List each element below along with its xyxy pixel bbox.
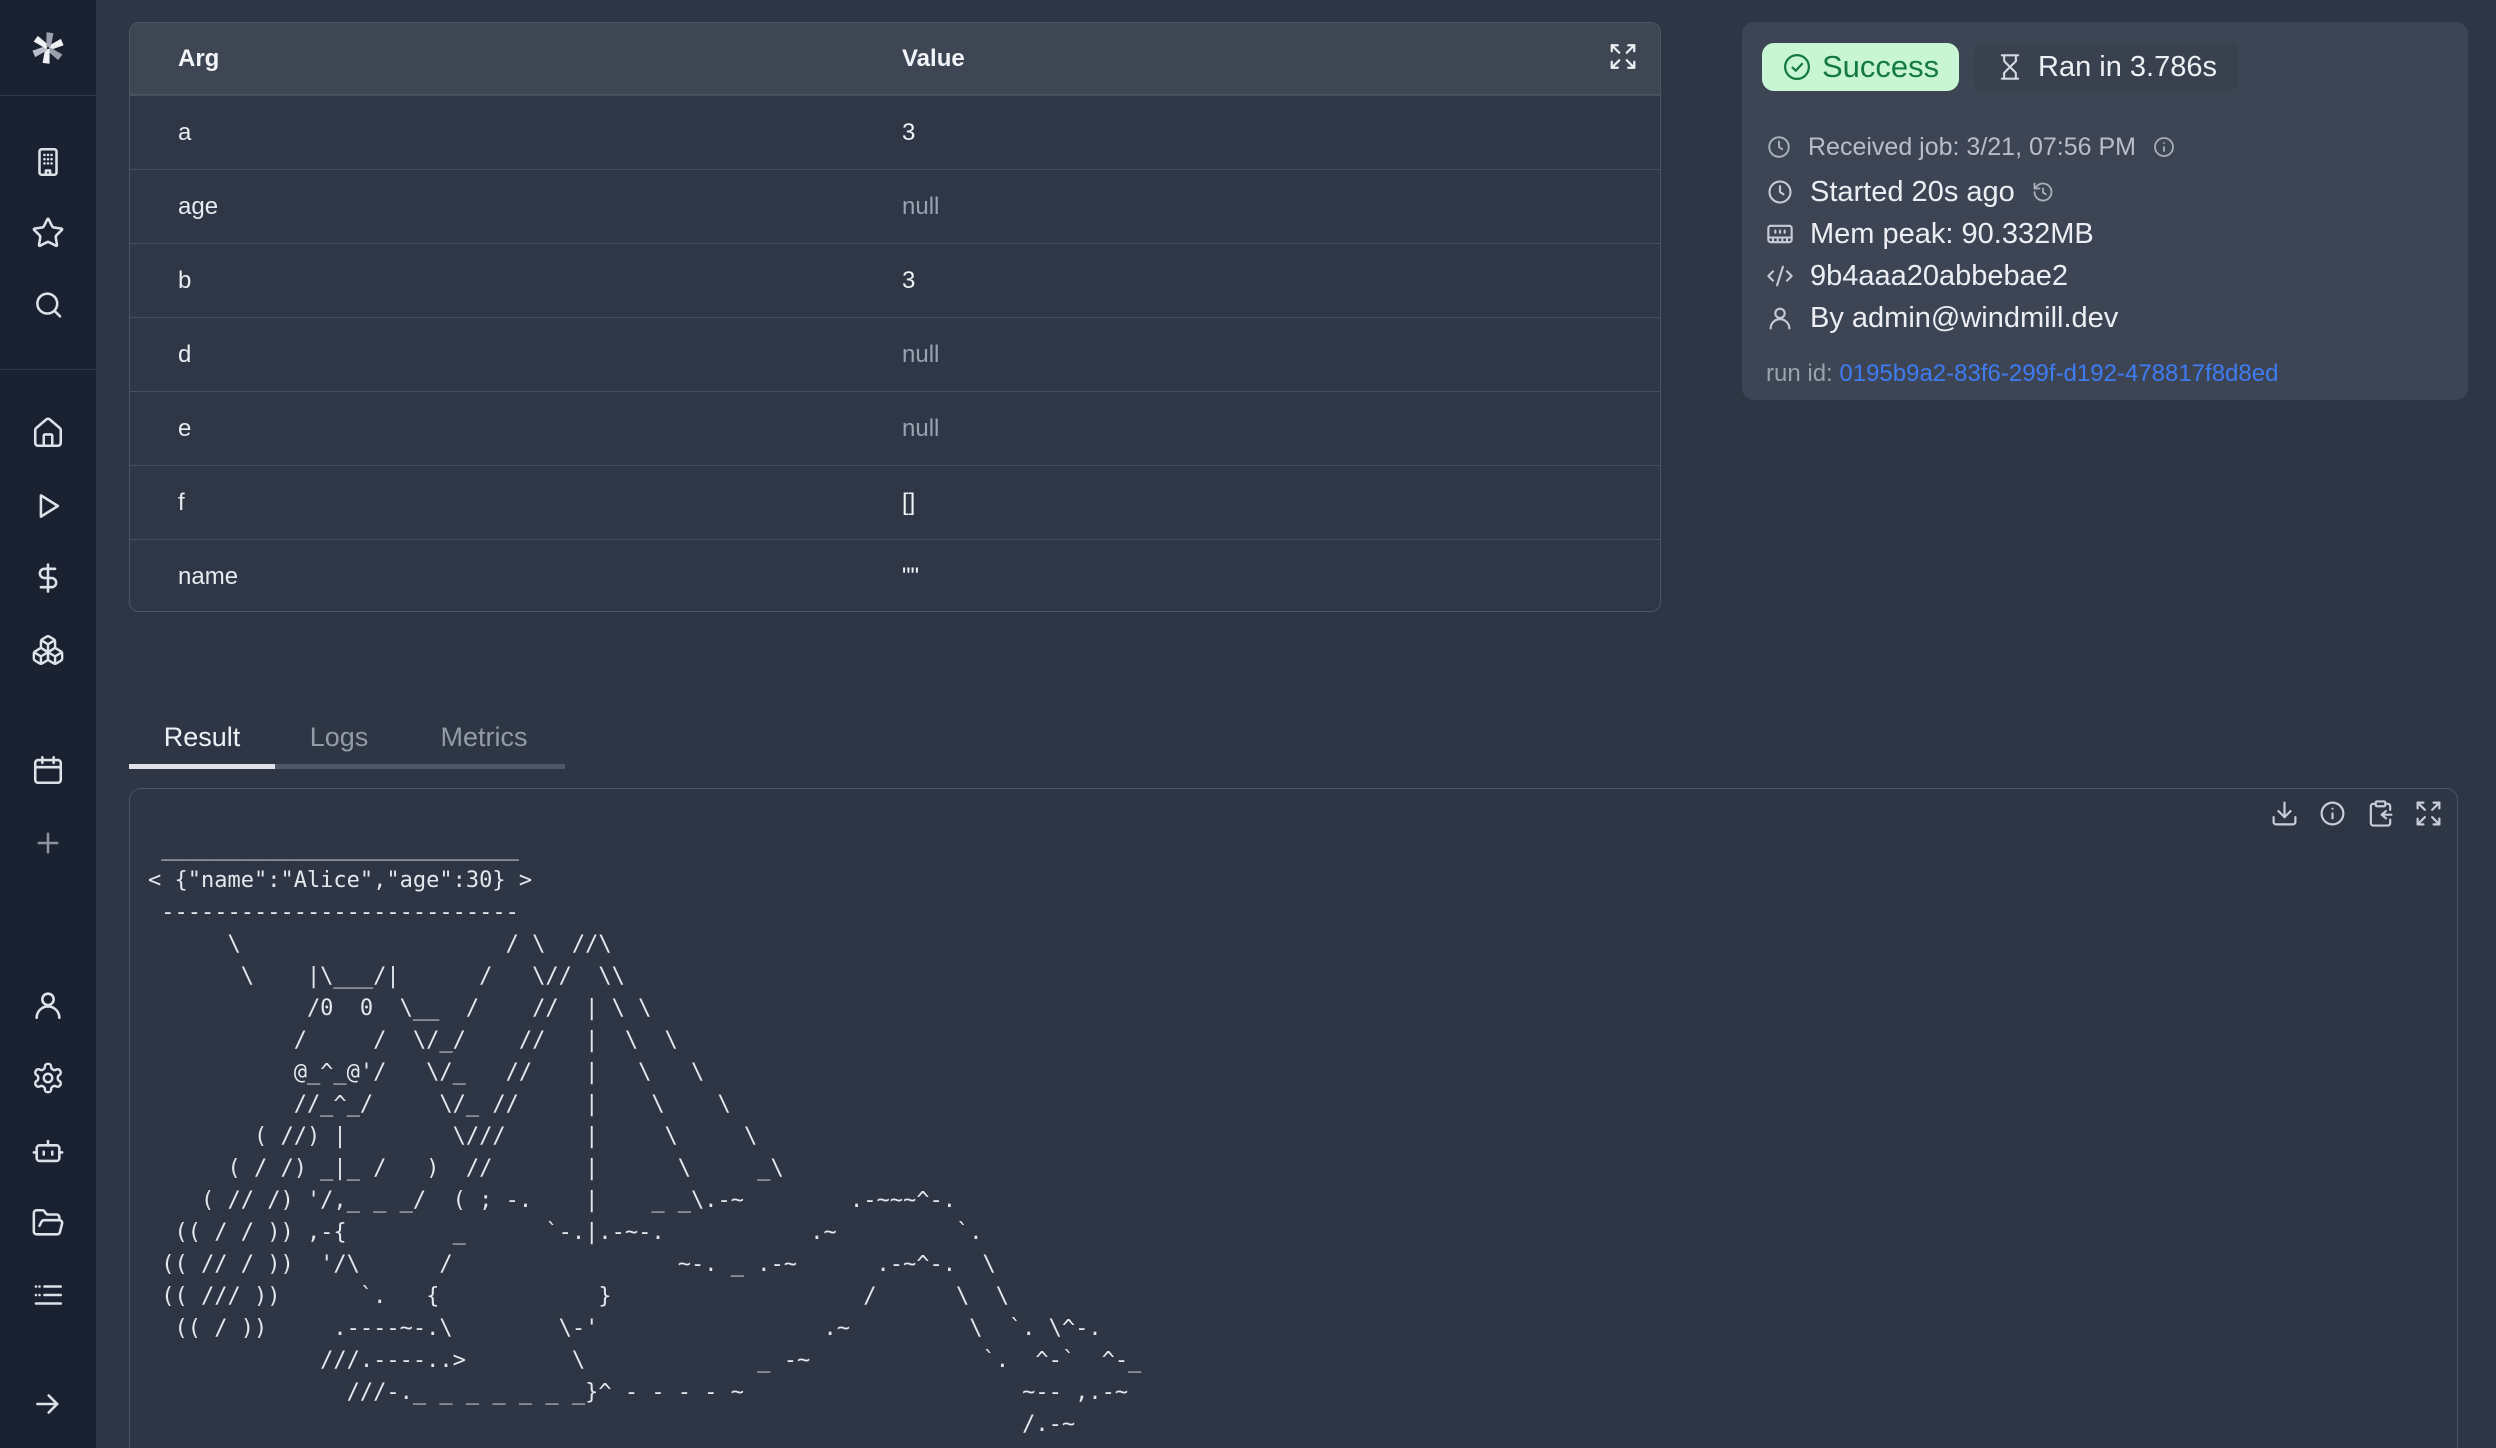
script-hash-row: 9b4aaa20abbebae2 (1766, 256, 2068, 296)
script-hash-link[interactable]: 9b4aaa20abbebae2 (1810, 260, 2068, 293)
arg-value: null (902, 415, 939, 443)
result-tabs: Result Logs Metrics (129, 710, 565, 764)
arg-name: d (178, 341, 191, 369)
tabbar-active-indicator (129, 764, 275, 769)
workspace-building-icon[interactable] (31, 145, 65, 179)
tab-logs[interactable]: Logs (275, 710, 403, 764)
table-row: a 3 (130, 95, 1660, 169)
arg-value: null (902, 341, 939, 369)
table-row: e null (130, 391, 1660, 465)
logs-list-icon[interactable] (31, 1278, 65, 1312)
table-row: f [] (130, 465, 1660, 539)
result-panel: ___________________________ < {"name":"A… (129, 788, 2458, 1448)
args-table: Arg Value a 3 age null b 3 d null e (129, 22, 1661, 612)
user-icon[interactable] (31, 988, 65, 1022)
arg-value: null (902, 193, 939, 221)
arg-value: 3 (902, 119, 915, 147)
arg-name: e (178, 415, 191, 443)
table-row: name "" (130, 539, 1660, 612)
expand-args-icon[interactable] (1608, 41, 1638, 76)
search-icon[interactable] (31, 288, 65, 322)
received-job-row: Received job: 3/21, 07:56 PM (1766, 127, 2176, 167)
windmill-logo-icon[interactable] (26, 26, 70, 70)
status-badge-label: Success (1822, 49, 1939, 85)
code-icon (1766, 262, 1794, 290)
runs-play-icon[interactable] (31, 489, 65, 523)
result-ascii-output: ___________________________ < {"name":"A… (148, 833, 1141, 1441)
favorites-star-icon[interactable] (31, 216, 65, 250)
workers-bot-icon[interactable] (31, 1134, 65, 1168)
tab-result[interactable]: Result (129, 710, 275, 764)
duration-label: Ran in 3.786s (2038, 51, 2217, 84)
arg-column-header: Arg (178, 45, 219, 73)
add-plus-icon[interactable] (31, 826, 65, 860)
started-label: Started 20s ago (1810, 176, 2015, 209)
maximize-icon[interactable] (2414, 799, 2443, 833)
clipboard-copy-icon[interactable] (2366, 799, 2395, 833)
hourglass-icon (1996, 53, 2024, 81)
run-id-row: run id: 0195b9a2-83f6-299f-d192-478817f8… (1766, 360, 2278, 388)
check-circle-icon (1782, 52, 1812, 82)
arg-value: [] (902, 489, 915, 517)
folders-icon[interactable] (31, 1206, 65, 1240)
home-icon[interactable] (31, 416, 65, 450)
schedules-calendar-icon[interactable] (31, 753, 65, 787)
expand-sidebar-arrow-icon[interactable] (31, 1387, 65, 1421)
history-clock-icon[interactable] (2031, 180, 2055, 204)
arg-name: b (178, 267, 191, 295)
arg-name: age (178, 193, 218, 221)
job-run-page: Arg Value a 3 age null b 3 d null e (0, 0, 2496, 1448)
info-icon[interactable] (2152, 135, 2176, 159)
arg-value: 3 (902, 267, 915, 295)
arg-name: a (178, 119, 191, 147)
mem-peak-row: Mem peak: 90.332MB (1766, 214, 2094, 254)
status-badge: Success (1762, 43, 1959, 91)
mem-peak-label: Mem peak: 90.332MB (1810, 218, 2094, 251)
settings-gear-icon[interactable] (31, 1061, 65, 1095)
duration-chip: Ran in 3.786s (1974, 43, 2239, 91)
info-icon[interactable] (2318, 799, 2347, 833)
arg-value: "" (902, 563, 919, 591)
sidebar-divider (0, 369, 96, 370)
arg-name: name (178, 563, 238, 591)
received-job-label: Received job: 3/21, 07:56 PM (1808, 133, 2136, 162)
sidebar (0, 0, 96, 1448)
user-icon (1766, 304, 1794, 332)
started-row: Started 20s ago (1766, 172, 2055, 212)
args-table-header: Arg Value (130, 23, 1660, 95)
table-row: age null (130, 169, 1660, 243)
author-label: By admin@windmill.dev (1810, 302, 2118, 335)
run-id-link[interactable]: 0195b9a2-83f6-299f-d192-478817f8d8ed (1839, 360, 2278, 387)
tab-metrics[interactable]: Metrics (403, 710, 565, 764)
tabbar-track (275, 764, 565, 769)
value-column-header: Value (902, 45, 965, 73)
job-status-panel: Success Ran in 3.786s Received job: 3/21… (1742, 22, 2468, 400)
resources-boxes-icon[interactable] (31, 633, 65, 667)
download-icon[interactable] (2270, 799, 2299, 833)
author-row: By admin@windmill.dev (1766, 298, 2118, 338)
sidebar-divider (0, 95, 96, 96)
variables-dollar-icon[interactable] (31, 561, 65, 595)
run-id-label: run id: (1766, 360, 1839, 387)
clock-icon (1766, 134, 1792, 160)
arg-name: f (178, 489, 185, 517)
memory-stick-icon (1766, 220, 1794, 248)
table-row: b 3 (130, 243, 1660, 317)
table-row: d null (130, 317, 1660, 391)
clock-icon (1766, 178, 1794, 206)
result-toolbar (2270, 799, 2443, 833)
